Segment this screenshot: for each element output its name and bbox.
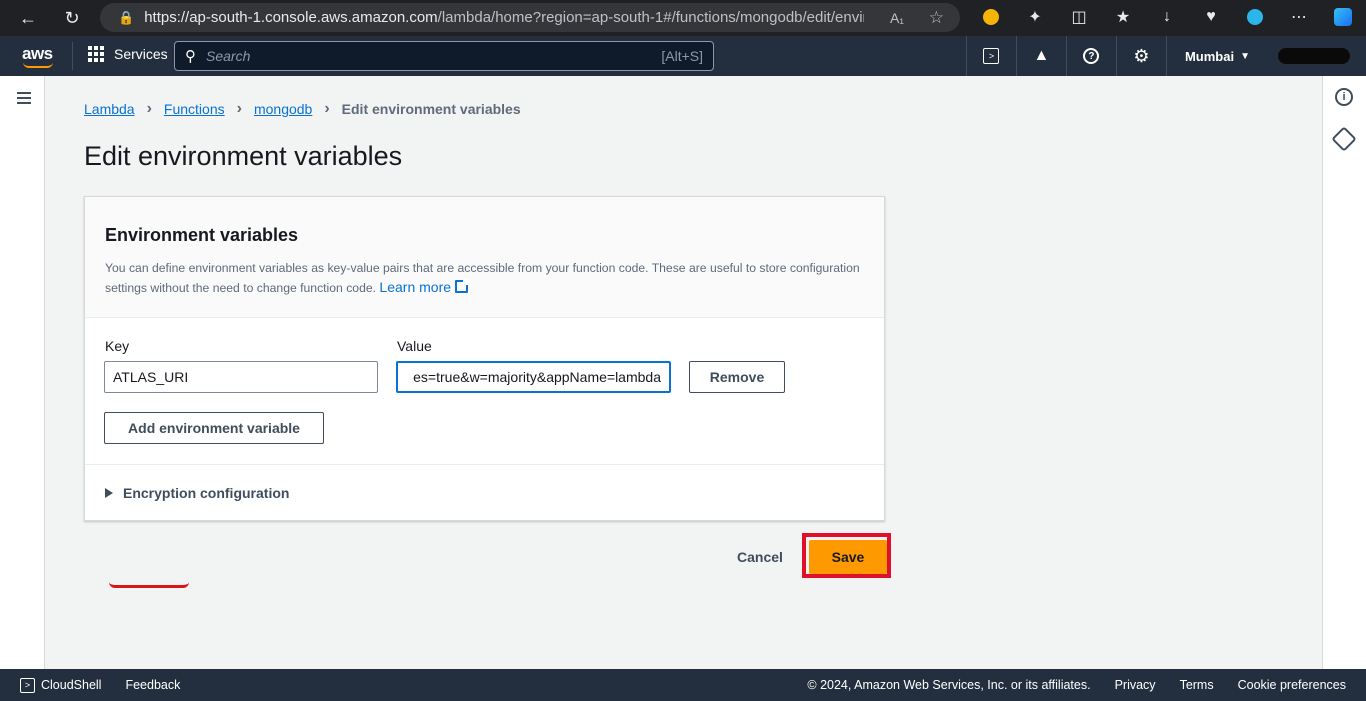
description-text: You can define environment variables as … xyxy=(105,261,860,295)
caret-right-icon xyxy=(105,488,113,498)
services-menu[interactable]: Services xyxy=(88,46,168,62)
puzzle-icon[interactable]: ✦ xyxy=(1024,6,1046,28)
breadcrumb-lambda[interactable]: Lambda xyxy=(84,101,135,117)
browser-essentials-icon[interactable]: ♥ xyxy=(1200,6,1222,28)
encryption-label: Encryption configuration xyxy=(123,485,290,501)
panel-description: You can define environment variables as … xyxy=(105,259,875,298)
grid-icon xyxy=(88,46,104,62)
add-environment-variable-button[interactable]: Add environment variable xyxy=(104,412,324,444)
cloudshell-icon: > xyxy=(20,677,35,693)
nav-right: > ▲ ? ⚙ Mumbai ▼ xyxy=(965,36,1366,76)
hexagon-icon[interactable] xyxy=(1331,126,1357,152)
back-icon[interactable]: ← xyxy=(16,6,40,30)
value-input[interactable]: es=true&w=majority&appName=lambda xyxy=(396,361,671,393)
browser-toolbar: ← ↻ 🔒 https://ap-south-1.console.aws.ama… xyxy=(0,0,1366,36)
account-menu[interactable] xyxy=(1278,48,1350,64)
save-button[interactable]: Save xyxy=(809,540,887,574)
nav-divider xyxy=(72,42,73,70)
panel-header: Environment variables You can define env… xyxy=(85,197,884,318)
edge-icon[interactable] xyxy=(1244,6,1266,28)
search-placeholder: Search xyxy=(206,48,251,64)
search-icon: ⚲ xyxy=(185,48,196,65)
footer-privacy[interactable]: Privacy xyxy=(1115,678,1156,692)
remove-button[interactable]: Remove xyxy=(689,361,785,393)
caret-down-icon: ▼ xyxy=(1240,50,1250,62)
encryption-configuration-toggle[interactable]: Encryption configuration xyxy=(105,485,289,501)
breadcrumb-mongodb[interactable]: mongodb xyxy=(254,101,312,117)
region-label: Mumbai xyxy=(1184,48,1235,64)
extension-icon[interactable] xyxy=(980,6,1002,28)
breadcrumb-functions[interactable]: Functions xyxy=(164,101,225,117)
breadcrumb-current: Edit environment variables xyxy=(341,101,521,117)
value-input-text: es=true&w=majority&appName=lambda xyxy=(413,369,661,385)
url-text: https://ap-south-1.console.aws.amazon.co… xyxy=(144,9,865,26)
section-divider xyxy=(85,464,884,465)
side-navigation-rail xyxy=(0,76,45,669)
address-bar[interactable]: 🔒 https://ap-south-1.console.aws.amazon.… xyxy=(100,3,960,32)
copilot-icon[interactable] xyxy=(1332,6,1354,28)
download-icon[interactable]: ↓ xyxy=(1156,6,1178,28)
menu-hamburger-icon[interactable] xyxy=(17,92,31,107)
breadcrumb: Lambda › Functions › mongodb › Edit envi… xyxy=(84,100,521,118)
search-shortcut: [Alt+S] xyxy=(661,48,703,64)
favorite-star-icon[interactable]: ☆ xyxy=(929,8,944,28)
split-screen-icon[interactable]: ◫ xyxy=(1068,6,1090,28)
cancel-button[interactable]: Cancel xyxy=(737,549,783,565)
external-link-icon xyxy=(455,279,470,293)
chevron-right-icon: › xyxy=(324,100,330,117)
more-icon[interactable]: ⋯ xyxy=(1288,6,1310,28)
tools-rail: i xyxy=(1322,76,1366,669)
cloudshell-icon[interactable]: > xyxy=(965,36,1016,76)
key-label: Key xyxy=(105,338,130,354)
info-icon[interactable]: i xyxy=(1335,88,1353,106)
learn-more-link[interactable]: Learn more xyxy=(379,279,470,295)
footer-cookie-preferences[interactable]: Cookie preferences xyxy=(1238,678,1346,692)
region-selector[interactable]: Mumbai ▼ xyxy=(1165,36,1268,76)
page-title: Edit environment variables xyxy=(84,141,403,171)
value-label: Value xyxy=(397,338,432,354)
chevron-right-icon: › xyxy=(236,100,242,117)
aws-console-nav: aws Services ⚲ Search [Alt+S] > ▲ ? ⚙ Mu… xyxy=(0,36,1366,76)
panel-title: Environment variables xyxy=(105,225,299,245)
lock-icon: 🔒 xyxy=(118,9,135,25)
footer-links: © 2024, Amazon Web Services, Inc. or its… xyxy=(807,669,1346,701)
services-label: Services xyxy=(114,46,168,62)
footer-feedback[interactable]: Feedback xyxy=(125,678,180,692)
notifications-bell-icon[interactable]: ▲ xyxy=(1015,36,1066,76)
key-input[interactable]: ATLAS_URI xyxy=(104,361,378,393)
footer-cloudshell[interactable]: CloudShell xyxy=(41,678,101,692)
annotation-underline xyxy=(109,582,189,588)
reload-icon[interactable]: ↻ xyxy=(60,6,84,30)
favorites-icon[interactable]: ★ xyxy=(1112,6,1134,28)
settings-gear-icon[interactable]: ⚙ xyxy=(1115,36,1166,76)
extension-icons: ✦ ◫ ★ ↓ ♥ ⋯ xyxy=(980,6,1354,28)
aws-logo[interactable]: aws xyxy=(22,44,53,68)
chevron-right-icon: › xyxy=(146,100,152,117)
console-footer: > CloudShell Feedback © 2024, Amazon Web… xyxy=(0,669,1366,701)
search-input[interactable]: ⚲ Search [Alt+S] xyxy=(174,41,714,71)
footer-copyright: © 2024, Amazon Web Services, Inc. or its… xyxy=(807,678,1091,692)
footer-terms[interactable]: Terms xyxy=(1180,678,1214,692)
read-aloud-icon[interactable]: A₁ xyxy=(890,10,904,26)
help-icon[interactable]: ? xyxy=(1065,36,1116,76)
environment-variables-panel: Environment variables You can define env… xyxy=(84,196,885,588)
